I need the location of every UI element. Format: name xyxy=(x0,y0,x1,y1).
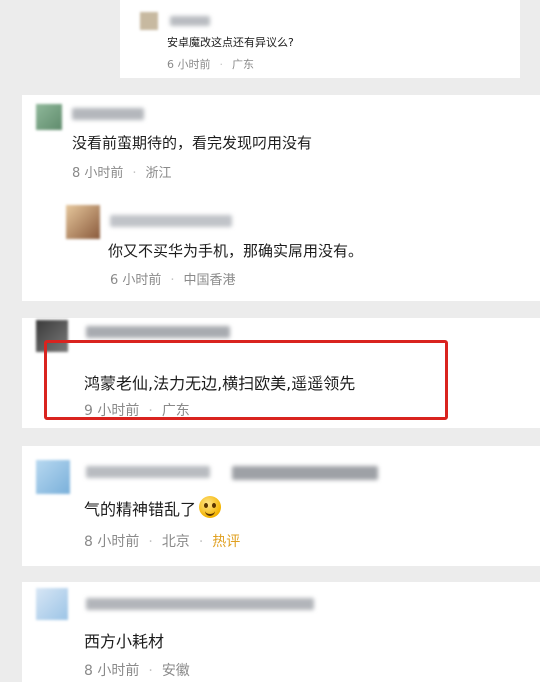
comment-location: 北京 xyxy=(161,534,190,550)
avatar[interactable] xyxy=(36,104,62,130)
comment-meta: 8 小时前 · 浙江 xyxy=(72,162,172,181)
comment-card-2 xyxy=(22,95,540,301)
comment-time: 9 小时前 xyxy=(84,403,140,419)
comment-time: 6 小时前 xyxy=(167,58,211,71)
comment-time: 8 小时前 xyxy=(72,166,124,181)
comment-time: 8 小时前 xyxy=(84,534,140,550)
comment-text: 没看前蛮期待的，看完发现叼用没有 xyxy=(72,134,313,152)
username-redacted xyxy=(232,466,378,480)
comment-meta: 8 小时前 · 北京 · 热评 xyxy=(84,531,240,551)
separator-dot: · xyxy=(219,58,224,71)
comment-text: 安卓魔改这点还有异议么? xyxy=(167,36,294,49)
comment-text: 西方小耗材 xyxy=(84,632,165,651)
separator-dot: · xyxy=(148,663,153,679)
username-redacted xyxy=(72,108,144,120)
username-redacted xyxy=(110,215,232,227)
avatar[interactable] xyxy=(140,12,158,30)
username-redacted xyxy=(86,466,210,478)
comment-location: 安徽 xyxy=(161,663,190,679)
username-redacted xyxy=(86,326,230,338)
username-redacted xyxy=(86,598,314,610)
hot-comment-badge: 热评 xyxy=(212,534,241,550)
comment-text: 你又不买华为手机，那确实屌用没有。 xyxy=(108,242,364,260)
comment-meta: 8 小时前 · 安徽 xyxy=(84,660,190,680)
separator-dot: · xyxy=(148,403,153,419)
avatar[interactable] xyxy=(36,588,68,620)
comment-meta: 9 小时前 · 广东 xyxy=(84,400,190,420)
comment-location: 广东 xyxy=(161,403,190,419)
grinning-face-icon xyxy=(199,496,222,518)
avatar[interactable] xyxy=(66,205,100,239)
username-redacted xyxy=(170,16,210,26)
separator-dot: · xyxy=(132,166,137,181)
separator-dot: · xyxy=(170,273,175,288)
comment-text: 气的精神错乱了 xyxy=(84,496,222,520)
comment-time: 8 小时前 xyxy=(84,663,140,679)
comment-text: 鸿蒙老仙,法力无边,横扫欧美,遥遥领先 xyxy=(84,374,356,393)
comment-time: 6 小时前 xyxy=(110,273,162,288)
comment-location: 浙江 xyxy=(145,166,172,181)
comment-text-content: 气的精神错乱了 xyxy=(84,500,197,519)
comment-meta: 6 小时前 · 广东 xyxy=(167,56,254,72)
comment-location: 中国香港 xyxy=(183,273,236,288)
comment-meta: 6 小时前 · 中国香港 xyxy=(110,269,236,288)
separator-dot: · xyxy=(198,534,204,550)
comment-location: 广东 xyxy=(232,58,254,71)
avatar[interactable] xyxy=(36,460,70,494)
separator-dot: · xyxy=(148,534,153,550)
